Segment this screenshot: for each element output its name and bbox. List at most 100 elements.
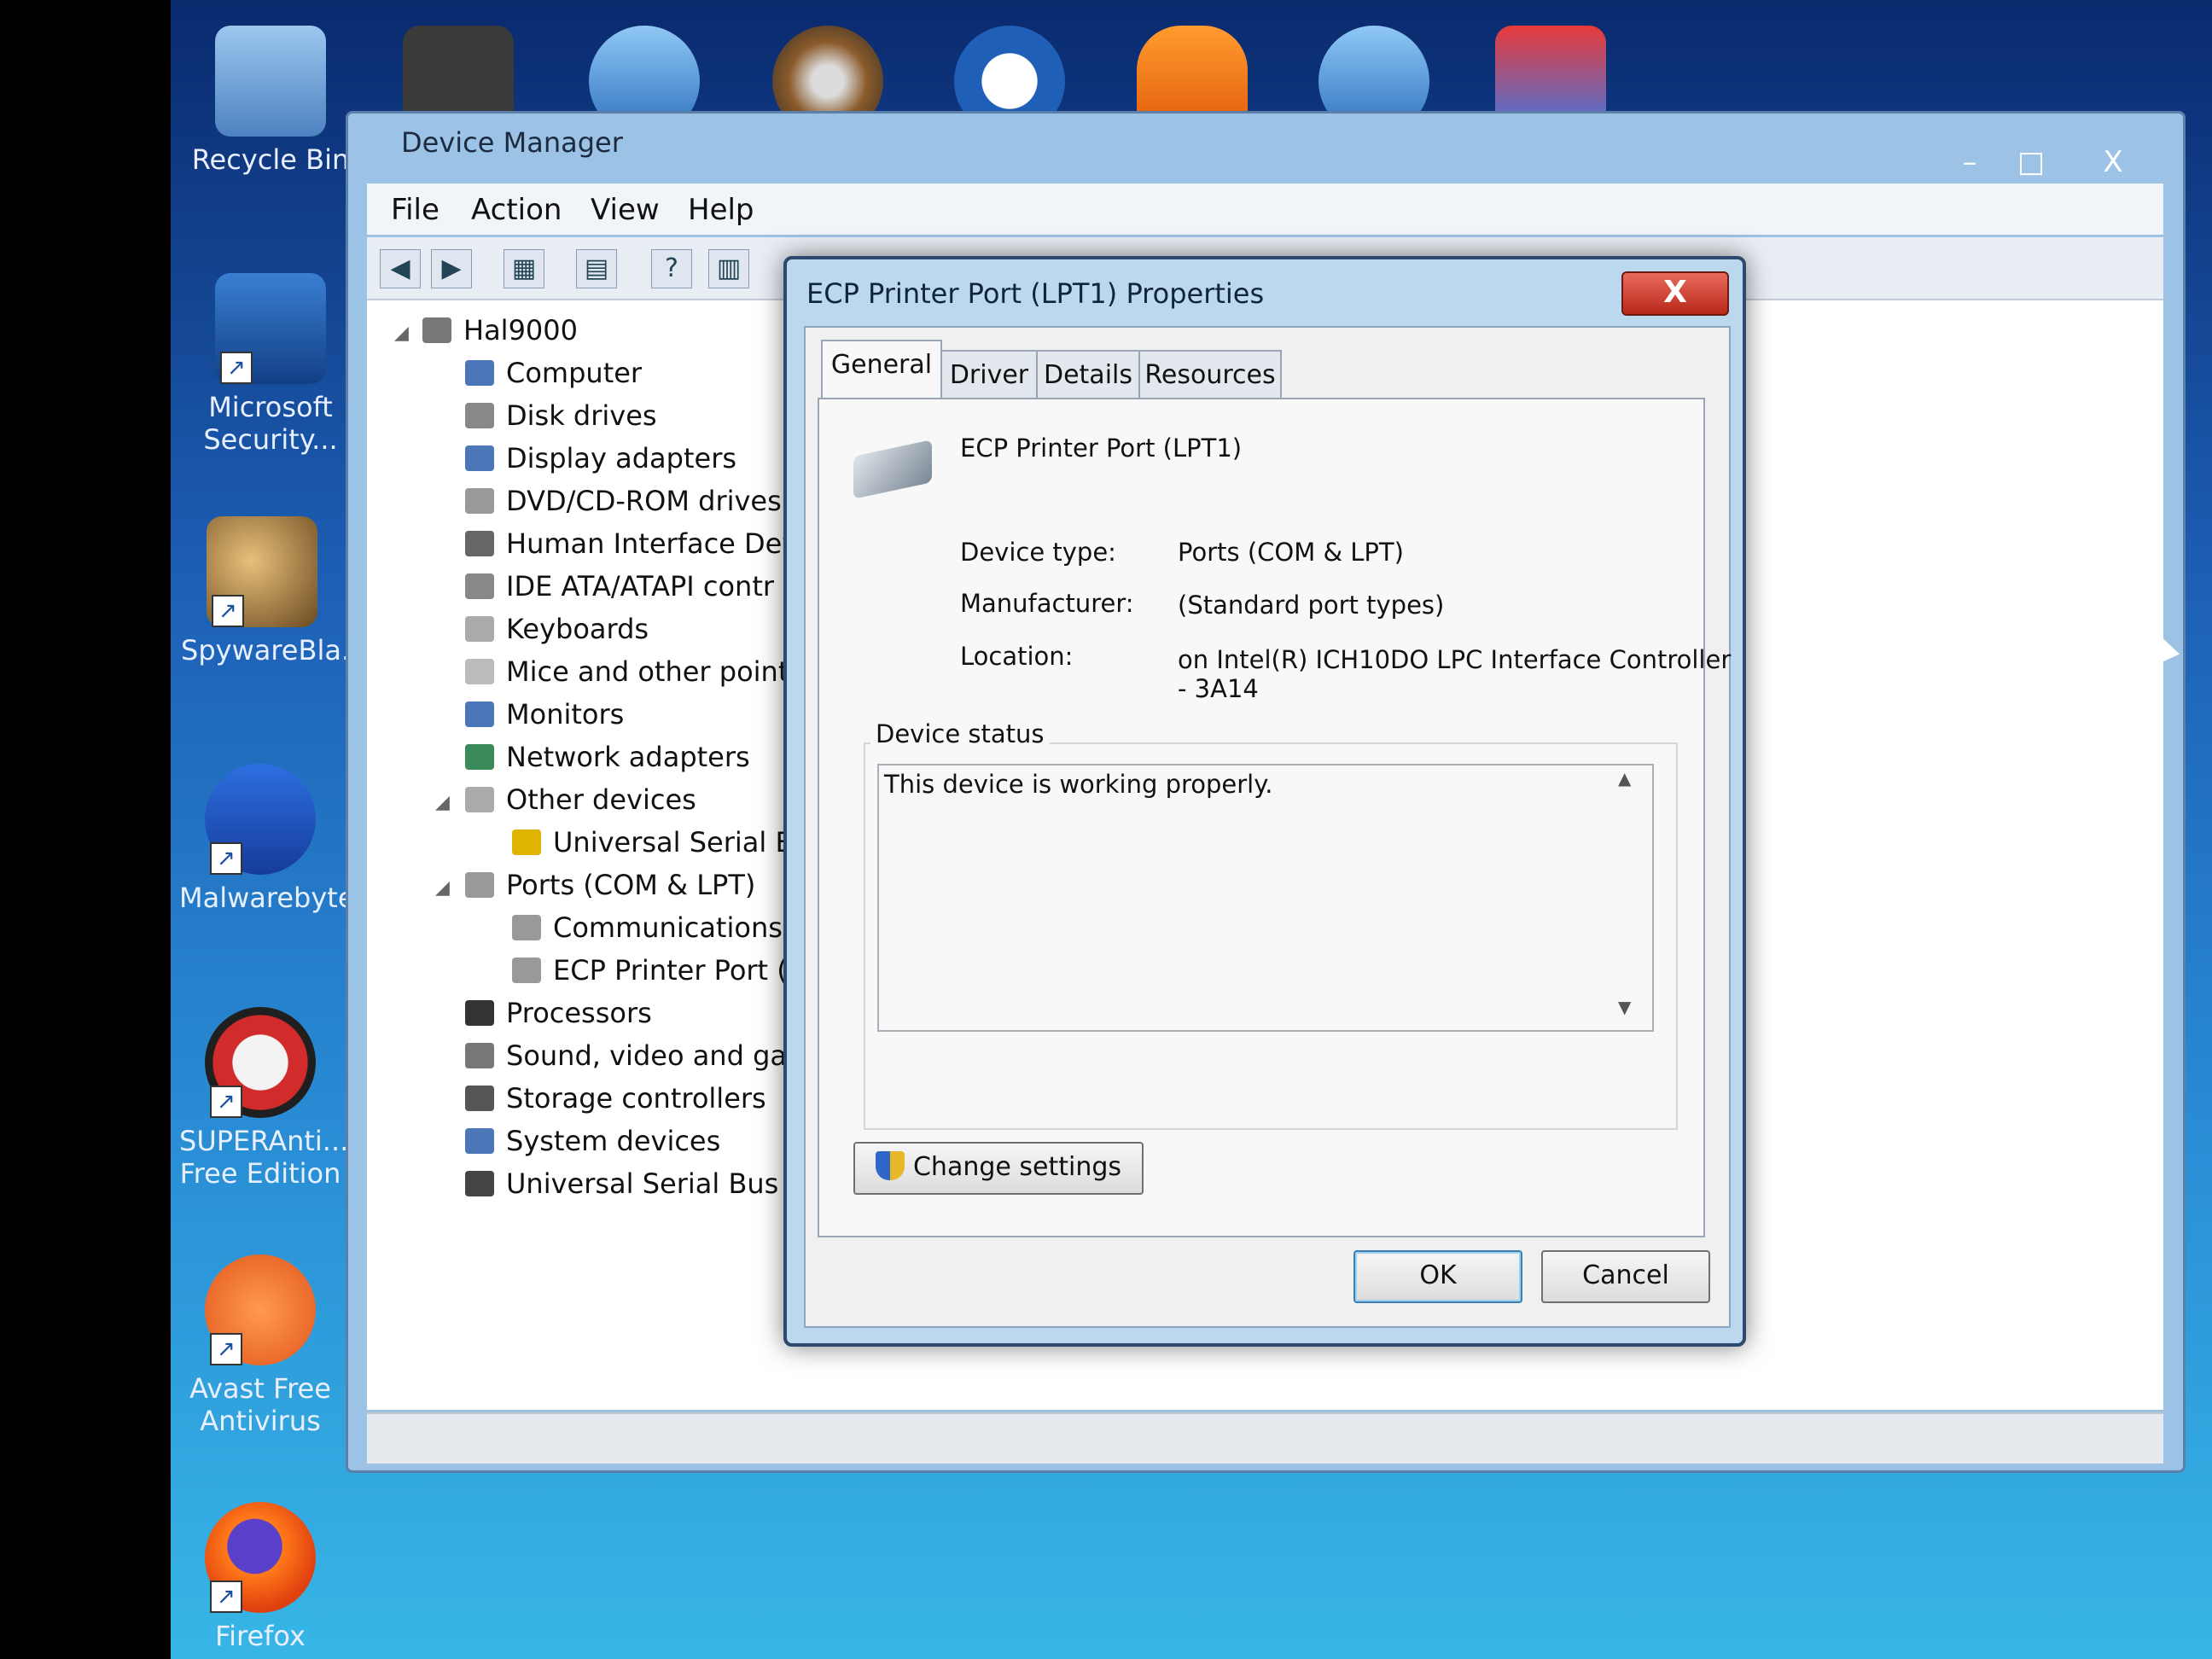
- tree-item-monitors[interactable]: Monitors: [465, 698, 624, 731]
- device-status-text: This device is working properly.: [884, 770, 1273, 799]
- tree-root[interactable]: Hal9000: [422, 314, 578, 346]
- usb-icon: [465, 1171, 494, 1196]
- tree-item-dvd-cd-rom-drives[interactable]: DVD/CD-ROM drives: [465, 485, 782, 517]
- desktop-icon-firefox[interactable]: ↗ Firefox: [179, 1502, 341, 1652]
- shortcut-arrow-icon: ↗: [210, 1333, 242, 1365]
- dvd-drive-icon: [465, 488, 494, 514]
- tab-resources[interactable]: Resources: [1138, 350, 1282, 399]
- tree-item-storage-controllers[interactable]: Storage controllers: [465, 1082, 766, 1115]
- device-name: ECP Printer Port (LPT1): [960, 434, 1243, 463]
- desktop-icon-label: SUPERAnti... Free Edition: [179, 1125, 349, 1190]
- tree-item-communications-port[interactable]: Communications: [512, 911, 783, 944]
- status-bar: [367, 1412, 2163, 1464]
- maximize-button[interactable]: □: [1997, 143, 2065, 181]
- tree-item-display-adapters[interactable]: Display adapters: [465, 442, 736, 474]
- uac-shield-icon: [875, 1151, 905, 1180]
- computer-icon: [465, 360, 494, 386]
- desktop-icon-label: Microsoft Security...: [203, 391, 338, 456]
- processor-icon: [465, 1000, 494, 1026]
- menu-file[interactable]: File: [391, 193, 439, 227]
- tree-item-keyboards[interactable]: Keyboards: [465, 613, 649, 645]
- menu-view[interactable]: View: [591, 193, 660, 227]
- tree-item-computer[interactable]: Computer: [465, 357, 642, 389]
- port-icon: [512, 915, 541, 940]
- action-pane-icon[interactable]: ▥: [708, 249, 749, 288]
- tree-item-ide-ata-atapi[interactable]: IDE ATA/ATAPI contr: [465, 570, 774, 602]
- tree-item-processors[interactable]: Processors: [465, 997, 652, 1029]
- collapse-icon[interactable]: ◢: [435, 792, 450, 813]
- location-value-line2: - 3A14: [1178, 674, 1259, 703]
- ide-controller-icon: [465, 573, 494, 599]
- superantispyware-icon: ↗: [205, 1007, 316, 1118]
- forward-icon[interactable]: ▶: [431, 249, 472, 288]
- tab-driver[interactable]: Driver: [940, 350, 1038, 399]
- monitor-icon: [465, 701, 494, 727]
- desktop-icon-label: Firefox: [215, 1620, 306, 1652]
- dialog-close-button[interactable]: X: [1621, 271, 1729, 316]
- desktop-icon-recycle-bin[interactable]: Recycle Bin: [189, 26, 352, 176]
- tree-item-human-interface-devices[interactable]: Human Interface Devi: [465, 527, 806, 560]
- scroll-down-icon[interactable]: ▼: [1618, 997, 1631, 1017]
- storage-controller-icon: [465, 1086, 494, 1111]
- keyboard-icon: [465, 616, 494, 642]
- menu-help[interactable]: Help: [688, 193, 754, 227]
- avast-icon: ↗: [205, 1254, 316, 1365]
- window-title: Device Manager: [401, 126, 623, 159]
- location-label: Location:: [960, 642, 1074, 671]
- tab-general[interactable]: General: [821, 340, 942, 401]
- unknown-device-icon: [465, 787, 494, 812]
- properties-icon[interactable]: ▤: [576, 249, 617, 288]
- desktop-icon-malwarebytes[interactable]: ↗ Malwarebyte: [179, 764, 355, 914]
- desktop-icon-superantispyware[interactable]: ↗ SUPERAnti... Free Edition: [179, 1007, 349, 1190]
- tree-item-universal-serial-bus-controller[interactable]: Universal Serial Bu: [512, 826, 812, 859]
- ok-button[interactable]: OK: [1353, 1250, 1522, 1303]
- desktop-icon-label: Recycle Bin: [191, 143, 350, 176]
- desktop-icon-label: Malwarebyte: [179, 882, 355, 914]
- help-icon[interactable]: ?: [651, 249, 692, 288]
- network-adapter-icon: [465, 744, 494, 770]
- shortcut-arrow-icon: ↗: [210, 1580, 242, 1613]
- tree-item-other-devices[interactable]: Other devices: [465, 783, 696, 816]
- tree-item-ecp-printer-port[interactable]: ECP Printer Port (L: [512, 954, 803, 987]
- desktop-icon-spywareblaster[interactable]: ↗ SpywareBla...: [181, 516, 367, 667]
- tree-item-network-adapters[interactable]: Network adapters: [465, 741, 750, 773]
- minimize-button[interactable]: –: [1936, 143, 2004, 181]
- disk-drive-icon: [465, 403, 494, 428]
- tree-item-mice[interactable]: Mice and other pointi: [465, 655, 796, 688]
- hid-icon: [465, 531, 494, 556]
- device-type-label: Device type:: [960, 538, 1116, 567]
- device-status-label: Device status: [870, 719, 1050, 748]
- port-icon: [465, 872, 494, 898]
- shortcut-arrow-icon: ↗: [210, 842, 242, 875]
- microsoft-security-icon: ↗: [215, 273, 326, 384]
- tree-item-disk-drives[interactable]: Disk drives: [465, 399, 657, 432]
- tree-item-sound-video[interactable]: Sound, video and gar: [465, 1039, 798, 1072]
- close-button[interactable]: X: [2079, 143, 2147, 181]
- device-status-textbox[interactable]: [877, 764, 1654, 1032]
- shortcut-arrow-icon: ↗: [210, 1086, 242, 1118]
- desktop-icon-microsoft-security[interactable]: ↗ Microsoft Security...: [189, 273, 352, 456]
- menu-action[interactable]: Action: [471, 193, 562, 227]
- dialog-title: ECP Printer Port (LPT1) Properties: [806, 277, 1265, 310]
- collapse-icon[interactable]: ◢: [435, 877, 450, 899]
- device-type-value: Ports (COM & LPT): [1178, 538, 1404, 567]
- back-icon[interactable]: ◀: [380, 249, 421, 288]
- collapse-icon[interactable]: ◢: [394, 323, 409, 344]
- malwarebytes-icon: ↗: [205, 764, 316, 875]
- recycle-bin-icon: [215, 26, 326, 137]
- tab-details[interactable]: Details: [1036, 350, 1140, 399]
- port-icon: [512, 958, 541, 983]
- manufacturer-value: (Standard port types): [1178, 591, 1445, 620]
- tree-item-system-devices[interactable]: System devices: [465, 1125, 720, 1157]
- tree-item-ports[interactable]: Ports (COM & LPT): [465, 869, 755, 901]
- mouse-icon: [465, 659, 494, 684]
- cancel-button[interactable]: Cancel: [1541, 1250, 1710, 1303]
- tree-item-usb-controllers[interactable]: Universal Serial Bus c: [465, 1167, 802, 1200]
- show-hide-tree-icon[interactable]: ▦: [504, 249, 544, 288]
- manufacturer-label: Manufacturer:: [960, 589, 1134, 618]
- computer-icon: [422, 317, 451, 343]
- scroll-up-icon[interactable]: ▲: [1618, 768, 1631, 789]
- desktop-icon-avast[interactable]: ↗ Avast Free Antivirus: [179, 1254, 341, 1437]
- speaker-icon: [465, 1043, 494, 1068]
- change-settings-button[interactable]: Change settings: [853, 1142, 1144, 1195]
